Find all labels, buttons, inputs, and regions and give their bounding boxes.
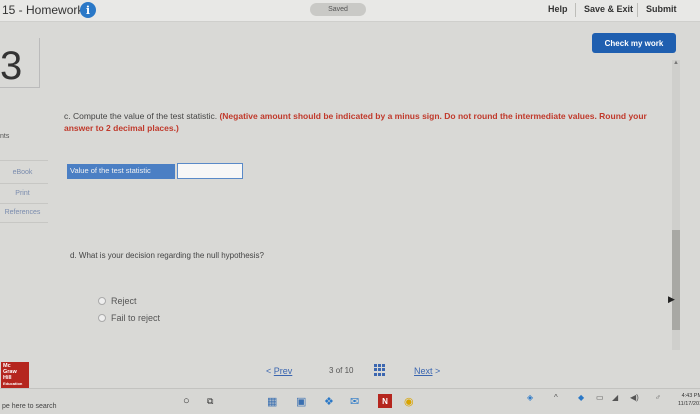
chevron-up-icon[interactable]: ^ (554, 393, 558, 402)
points-label: nts (0, 133, 10, 140)
taskbar-search[interactable]: pe here to search (2, 403, 56, 410)
references-link[interactable]: References (0, 209, 45, 216)
divider (0, 160, 48, 161)
radio-button[interactable] (98, 297, 106, 305)
chevron-right-icon: > (435, 366, 441, 376)
tray-network-icon[interactable]: ◆ (578, 393, 584, 402)
logo-line: Education (3, 381, 23, 386)
prev-button[interactable]: < Prev (266, 366, 292, 376)
part-c-prompt: c. Compute the value of the test statist… (64, 110, 676, 134)
current-page: 3 (329, 366, 334, 375)
notification-icon[interactable]: ♂ (655, 393, 661, 402)
chevron-left-icon: < (266, 366, 272, 376)
question-number: 3 (0, 44, 23, 88)
test-statistic-input[interactable] (177, 163, 243, 179)
divider (0, 183, 48, 184)
save-exit-button[interactable]: Save & Exit (584, 4, 633, 14)
question-content: c. Compute the value of the test statist… (50, 60, 670, 350)
part-c-text: c. Compute the value of the test statist… (64, 111, 218, 121)
edge-icon[interactable]: ▦ (267, 394, 277, 408)
chrome-icon[interactable]: ◉ (404, 394, 414, 408)
radio-button[interactable] (98, 314, 106, 322)
divider (0, 222, 48, 223)
part-d-prompt: d. What is your decision regarding the n… (70, 251, 264, 260)
info-icon[interactable]: i (80, 2, 96, 18)
task-view-icon[interactable]: ⧉ (207, 394, 213, 408)
tray-wifi-icon[interactable]: ◢ (612, 393, 618, 402)
top-bar: 15 - Homework i Saved Help Save & Exit S… (0, 0, 700, 22)
of-label: of (335, 366, 343, 375)
volume-icon[interactable]: ◀) (630, 393, 639, 402)
option-label: Reject (111, 296, 137, 306)
tray-app-icon[interactable]: ◈ (527, 393, 533, 402)
option-label: Fail to reject (111, 313, 161, 323)
page-indicator: 3 of 10 (329, 366, 354, 375)
divider (637, 3, 638, 17)
store-icon[interactable]: ▣ (296, 394, 306, 408)
ebook-link[interactable]: eBook (0, 169, 45, 176)
dropbox-icon[interactable]: ❖ (324, 394, 334, 408)
submit-button[interactable]: Submit (646, 4, 677, 14)
assignment-title: 15 - Homework (2, 3, 84, 17)
divider (575, 3, 576, 17)
tray-battery-icon[interactable]: ▭ (596, 393, 604, 402)
option-fail-to-reject[interactable]: Fail to reject (98, 313, 160, 323)
netflix-icon[interactable]: N (378, 394, 392, 408)
divider (0, 203, 48, 204)
cortana-icon[interactable]: ○ (183, 394, 190, 408)
clock-time: 4:43 PM (681, 393, 700, 399)
help-button[interactable]: Help (548, 4, 568, 14)
next-button[interactable]: Next > (414, 366, 440, 376)
print-link[interactable]: Print (0, 190, 45, 197)
scroll-thumb[interactable] (672, 230, 680, 330)
option-reject[interactable]: Reject (98, 296, 137, 306)
scroll-up-icon[interactable]: ▲ (672, 60, 680, 66)
grid-icon[interactable] (374, 364, 386, 376)
total-pages: 10 (344, 366, 354, 375)
prev-label: Prev (273, 366, 293, 376)
saved-status: Saved (310, 3, 366, 16)
check-my-work-button[interactable]: Check my work (592, 33, 676, 53)
mail-icon[interactable]: ✉ (350, 394, 359, 408)
clock-date: 11/17/201 (678, 401, 700, 407)
cursor-icon: ▶ (668, 294, 675, 304)
scrollbar[interactable]: ▲ (672, 60, 680, 350)
test-statistic-label: Value of the test statistic (67, 164, 175, 179)
next-label: Next (414, 366, 433, 376)
mcgraw-hill-logo: Mc Graw Hill Education (1, 362, 29, 388)
system-clock[interactable]: 4:43 PM 11/17/201 (678, 392, 700, 408)
